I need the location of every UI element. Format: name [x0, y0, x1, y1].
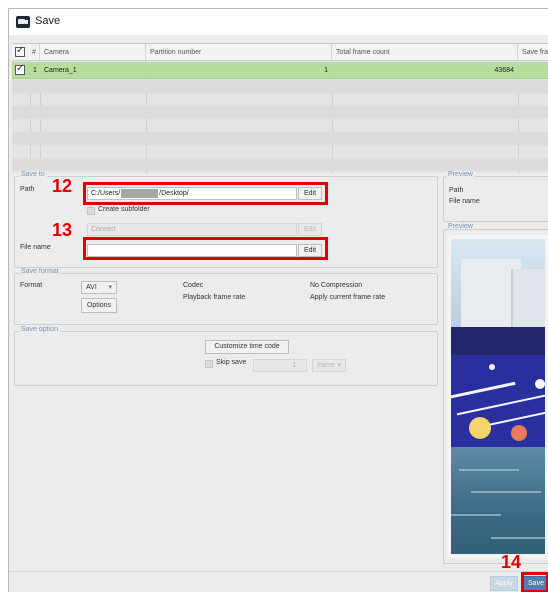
create-subfolder-checkbox[interactable]: [87, 207, 95, 215]
callout-12: 12: [52, 176, 73, 196]
footer-divider: [9, 571, 548, 572]
row-total-frames: 43684: [494, 67, 514, 74]
chevron-down-icon: ▾: [337, 362, 341, 369]
callout-box-save: [521, 572, 548, 592]
row-index: 1: [33, 67, 37, 74]
row-camera: Camera_1: [44, 67, 77, 74]
window-title: Save: [35, 15, 61, 27]
select-all-checkbox[interactable]: [15, 45, 25, 57]
column-save-frame[interactable]: Save fra: [518, 44, 548, 61]
format-value: AVI: [86, 284, 97, 291]
column-camera[interactable]: Camera: [40, 44, 146, 61]
preview-path-label: Path: [449, 187, 464, 194]
format-select[interactable]: AVI ▾: [81, 281, 117, 294]
skip-unit-value: frame: [317, 362, 335, 369]
playback-frame-rate-value: Apply current frame rate: [310, 294, 386, 301]
convert-field: Convert: [87, 223, 297, 236]
preview-file-name-label: File name: [449, 198, 480, 205]
chevron-down-icon: ▾: [108, 284, 112, 291]
column-index[interactable]: #: [30, 44, 40, 61]
skip-unit-select: frame ▾: [312, 359, 346, 372]
callout-box-path: [83, 182, 328, 205]
format-label: Format: [20, 282, 43, 289]
codec-value: No Compression: [310, 282, 363, 289]
convert-edit-button: Edit: [298, 223, 322, 236]
customize-time-code-button[interactable]: Customize time code: [205, 340, 289, 354]
create-subfolder-label: Create subfolder: [98, 206, 150, 213]
save-to-legend: Save to: [19, 171, 47, 178]
row-partition: 1: [324, 67, 328, 74]
column-partition-number[interactable]: Partition number: [146, 44, 332, 61]
row-checkbox[interactable]: [15, 63, 25, 75]
save-dialog: Save # Camera Partition number Total fra…: [8, 8, 548, 592]
playback-frame-rate-label: Playback frame rate: [183, 294, 246, 301]
save-option-legend: Save option: [19, 326, 60, 333]
callout-14: 14: [501, 552, 522, 572]
callout-13: 13: [52, 220, 73, 240]
table-header: # Camera Partition number Total frame co…: [12, 44, 548, 61]
skip-count-field: 1: [253, 359, 307, 372]
camera-table: # Camera Partition number Total frame co…: [12, 43, 548, 174]
apply-button[interactable]: Apply: [490, 576, 518, 591]
save-format-legend: Save format: [19, 268, 61, 275]
file-name-label: File name: [20, 244, 51, 251]
options-button[interactable]: Options: [81, 298, 117, 313]
title-bar: Save: [9, 9, 548, 35]
column-total-frame-count[interactable]: Total frame count: [332, 44, 518, 61]
callout-box-filename: [83, 237, 328, 260]
preview-info-legend: Preview: [446, 171, 475, 178]
codec-label: Codec: [183, 282, 204, 289]
app-icon: [16, 16, 30, 28]
skip-save-label: Skip save: [216, 359, 247, 366]
skip-save-checkbox[interactable]: [205, 360, 213, 368]
preview-image: [447, 235, 548, 558]
path-label: Path: [20, 186, 35, 193]
table-row[interactable]: 1 Camera_1 1 43684: [12, 62, 548, 79]
